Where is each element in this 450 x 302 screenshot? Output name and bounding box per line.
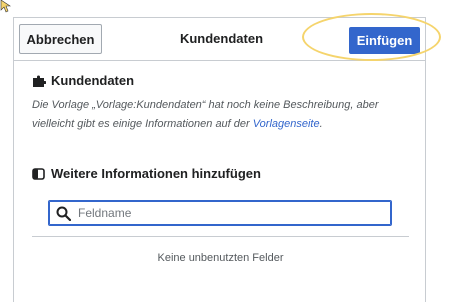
template-heading: Kundendaten — [32, 73, 134, 88]
mouse-pointer-icon — [0, 0, 11, 13]
puzzle-icon — [32, 74, 46, 88]
description-text: Die Vorlage „Vorlage:Kundendaten“ hat no… — [32, 99, 379, 130]
field-search[interactable] — [48, 200, 392, 226]
description-suffix: . — [319, 118, 323, 130]
template-page-link[interactable]: Vorlagenseite — [253, 118, 320, 130]
template-dialog: Abbrechen Kundendaten Einfügen Kundendat… — [13, 17, 426, 302]
empty-fields-message: Keine unbenutzten Felder — [157, 252, 284, 264]
search-icon — [56, 206, 71, 221]
cancel-button[interactable]: Abbrechen — [19, 24, 102, 54]
screen: Abbrechen Kundendaten Einfügen Kundendat… — [0, 0, 450, 302]
divider — [32, 236, 409, 237]
add-info-heading-text: Weitere Informationen hinzufügen — [51, 166, 261, 181]
template-heading-text: Kundendaten — [51, 73, 135, 88]
insert-button[interactable]: Einfügen — [349, 27, 420, 54]
add-info-heading: Weitere Informationen hinzufügen — [32, 166, 261, 181]
dialog-header: Abbrechen Kundendaten Einfügen — [14, 18, 425, 61]
toggle-icon — [32, 167, 46, 181]
field-name-input[interactable] — [78, 203, 383, 223]
dialog-title: Kundendaten — [179, 31, 264, 46]
template-description: Die Vorlage „Vorlage:Kundendaten“ hat no… — [32, 96, 412, 134]
